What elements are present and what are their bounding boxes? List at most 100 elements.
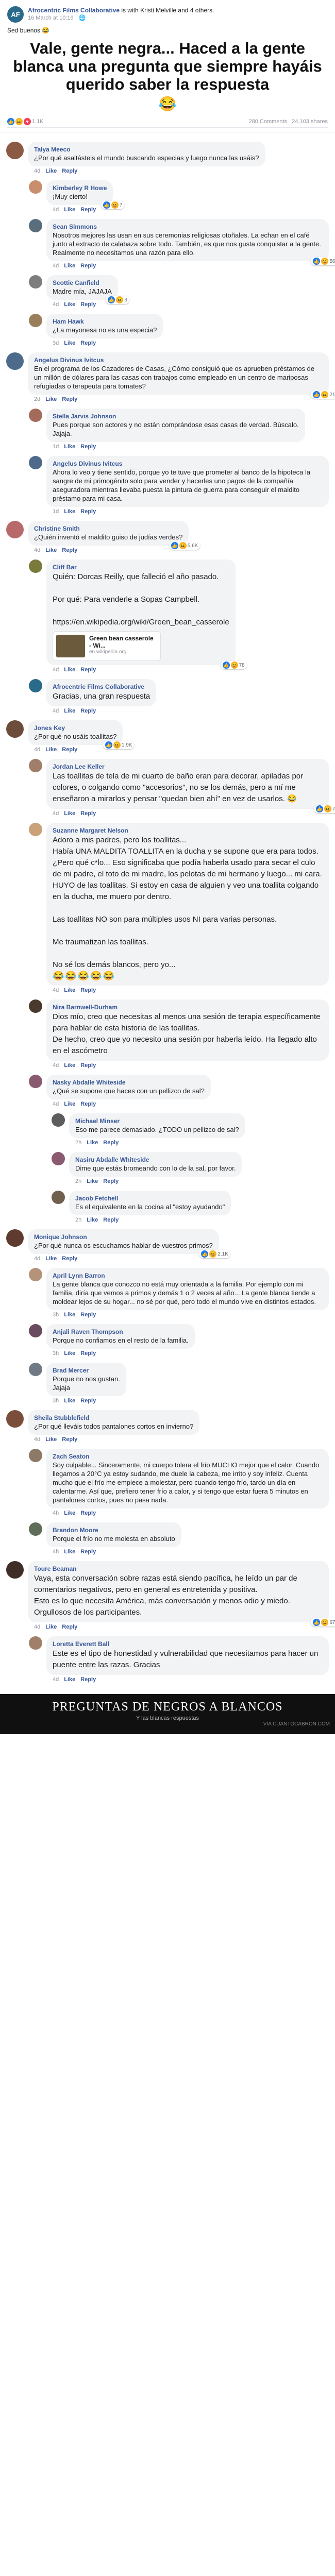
- reply-button[interactable]: Reply: [80, 1398, 96, 1404]
- avatar[interactable]: [29, 1268, 42, 1281]
- comment-time[interactable]: 2h: [75, 1140, 81, 1146]
- reply-button[interactable]: Reply: [80, 1312, 96, 1318]
- comment-time[interactable]: 2d: [34, 396, 40, 402]
- comment-time[interactable]: 4d: [53, 1676, 59, 1683]
- reaction-badge[interactable]: 👍 😆 78: [220, 661, 247, 669]
- reply-button[interactable]: Reply: [62, 1624, 77, 1630]
- like-button[interactable]: Like: [64, 207, 75, 213]
- reaction-badge[interactable]: 👍 😆 1.9K: [103, 741, 135, 749]
- like-button[interactable]: Like: [45, 1436, 57, 1443]
- comment-time[interactable]: 4d: [53, 263, 59, 269]
- comment-author[interactable]: Jordan Lee Keller: [53, 762, 323, 771]
- comment-time[interactable]: 4d: [53, 1101, 59, 1107]
- like-button[interactable]: Like: [64, 1101, 75, 1107]
- comment-author[interactable]: Jacob Fetchell: [75, 1194, 225, 1202]
- avatar[interactable]: [29, 999, 42, 1013]
- reply-button[interactable]: Reply: [80, 444, 96, 450]
- reply-button[interactable]: Reply: [62, 396, 77, 402]
- comment-time[interactable]: 3d: [53, 340, 59, 346]
- avatar[interactable]: [52, 1113, 65, 1127]
- reaction-badge[interactable]: 👍😆216: [311, 391, 335, 399]
- avatar[interactable]: [29, 275, 42, 289]
- like-button[interactable]: Like: [87, 1140, 98, 1146]
- post-time[interactable]: 16 March at 10:19 · 🌐: [28, 14, 214, 22]
- like-button[interactable]: Like: [64, 1312, 75, 1318]
- like-button[interactable]: Like: [64, 1510, 75, 1516]
- comment-time[interactable]: 4d: [53, 810, 59, 817]
- reply-button[interactable]: Reply: [80, 1676, 96, 1683]
- reply-button[interactable]: Reply: [80, 1101, 96, 1107]
- reply-button[interactable]: Reply: [80, 1350, 96, 1357]
- comments-count[interactable]: 280 Comments: [249, 118, 288, 125]
- comment-time[interactable]: 4h: [53, 1549, 59, 1555]
- like-button[interactable]: Like: [45, 168, 57, 174]
- comment-time[interactable]: 4d: [34, 747, 40, 753]
- reply-button[interactable]: Reply: [80, 987, 96, 993]
- comment-time[interactable]: 4d: [53, 987, 59, 993]
- comment-author[interactable]: Nasky Abdalle Whiteside: [53, 1078, 205, 1087]
- reaction-badge[interactable]: 👍 😆 7: [100, 201, 125, 209]
- avatar[interactable]: [29, 1449, 42, 1462]
- comment-author[interactable]: Loretta Everett Ball: [53, 1640, 323, 1648]
- avatar[interactable]: [29, 1522, 42, 1536]
- reply-button[interactable]: Reply: [80, 509, 96, 515]
- avatar[interactable]: [29, 823, 42, 836]
- comment-time[interactable]: 4d: [53, 1062, 59, 1069]
- like-button[interactable]: Like: [45, 747, 57, 753]
- avatar[interactable]: [29, 314, 42, 327]
- like-button[interactable]: Like: [64, 1676, 75, 1683]
- like-button[interactable]: Like: [64, 509, 75, 515]
- reaction-badge[interactable]: 👍 😆 3: [106, 296, 129, 304]
- reaction-badge[interactable]: 👍 😆 5.6K: [169, 541, 200, 550]
- comment-time[interactable]: 3h: [53, 1312, 59, 1318]
- reply-button[interactable]: Reply: [80, 301, 96, 308]
- link-preview-card[interactable]: Green bean casserole - Wi... en.wikipedia…: [53, 631, 161, 661]
- like-button[interactable]: Like: [64, 1398, 75, 1404]
- avatar[interactable]: [29, 456, 42, 469]
- like-button[interactable]: Like: [64, 987, 75, 993]
- avatar[interactable]: [6, 352, 24, 370]
- comment-time[interactable]: 4d: [53, 708, 59, 714]
- page-avatar[interactable]: AF: [7, 6, 24, 23]
- avatar[interactable]: [6, 142, 24, 159]
- like-button[interactable]: Like: [64, 1350, 75, 1357]
- comment-author[interactable]: Angelus Divinus Ivitcus: [34, 356, 323, 364]
- comment-time[interactable]: 3h: [53, 1350, 59, 1357]
- comment-author[interactable]: Nira Barnwell-Durham: [53, 1003, 323, 1011]
- avatar[interactable]: [29, 1636, 42, 1650]
- comment-time[interactable]: 4d: [53, 301, 59, 308]
- comment-time[interactable]: 4d: [34, 1256, 40, 1262]
- comment-author[interactable]: Christine Smith: [34, 524, 182, 533]
- avatar[interactable]: [6, 1561, 24, 1579]
- reaction-badge[interactable]: 👍😆75: [313, 805, 335, 813]
- like-button[interactable]: Like: [87, 1217, 98, 1223]
- reply-button[interactable]: Reply: [80, 340, 96, 346]
- reaction-badge[interactable]: 👍 😆 2.1K: [199, 1250, 230, 1258]
- avatar[interactable]: [29, 409, 42, 422]
- comment-author[interactable]: Talya Meeco: [34, 145, 259, 154]
- like-button[interactable]: Like: [64, 263, 75, 269]
- comment-author[interactable]: Scottie Canfield: [53, 279, 112, 287]
- comment-author[interactable]: Zach Seaton: [53, 1452, 323, 1461]
- reply-button[interactable]: Reply: [103, 1178, 119, 1184]
- reply-button[interactable]: Reply: [103, 1217, 119, 1223]
- comment-author[interactable]: Nasiru Abdalle Whiteside: [75, 1156, 236, 1164]
- avatar[interactable]: [6, 521, 24, 538]
- page-name[interactable]: Afrocentric Films Collaborative: [28, 7, 120, 14]
- reply-button[interactable]: Reply: [62, 547, 77, 553]
- comment-author[interactable]: Monique Johnson: [34, 1233, 213, 1241]
- like-button[interactable]: Like: [45, 1624, 57, 1630]
- reply-button[interactable]: Reply: [103, 1140, 119, 1146]
- comment-time[interactable]: 1d: [53, 444, 59, 450]
- avatar[interactable]: [29, 1324, 42, 1337]
- like-button[interactable]: Like: [64, 1062, 75, 1069]
- reply-button[interactable]: Reply: [62, 168, 77, 174]
- comment-author[interactable]: Anjali Raven Thompson: [53, 1328, 189, 1336]
- reaction-badge[interactable]: 👍😆675: [311, 1618, 335, 1626]
- like-button[interactable]: Like: [45, 547, 57, 553]
- reaction-badge[interactable]: 👍😆563: [311, 257, 335, 265]
- comment-author[interactable]: Toure Beaman: [34, 1565, 323, 1573]
- avatar[interactable]: [6, 720, 24, 738]
- avatar[interactable]: [29, 1363, 42, 1376]
- avatar[interactable]: [52, 1191, 65, 1204]
